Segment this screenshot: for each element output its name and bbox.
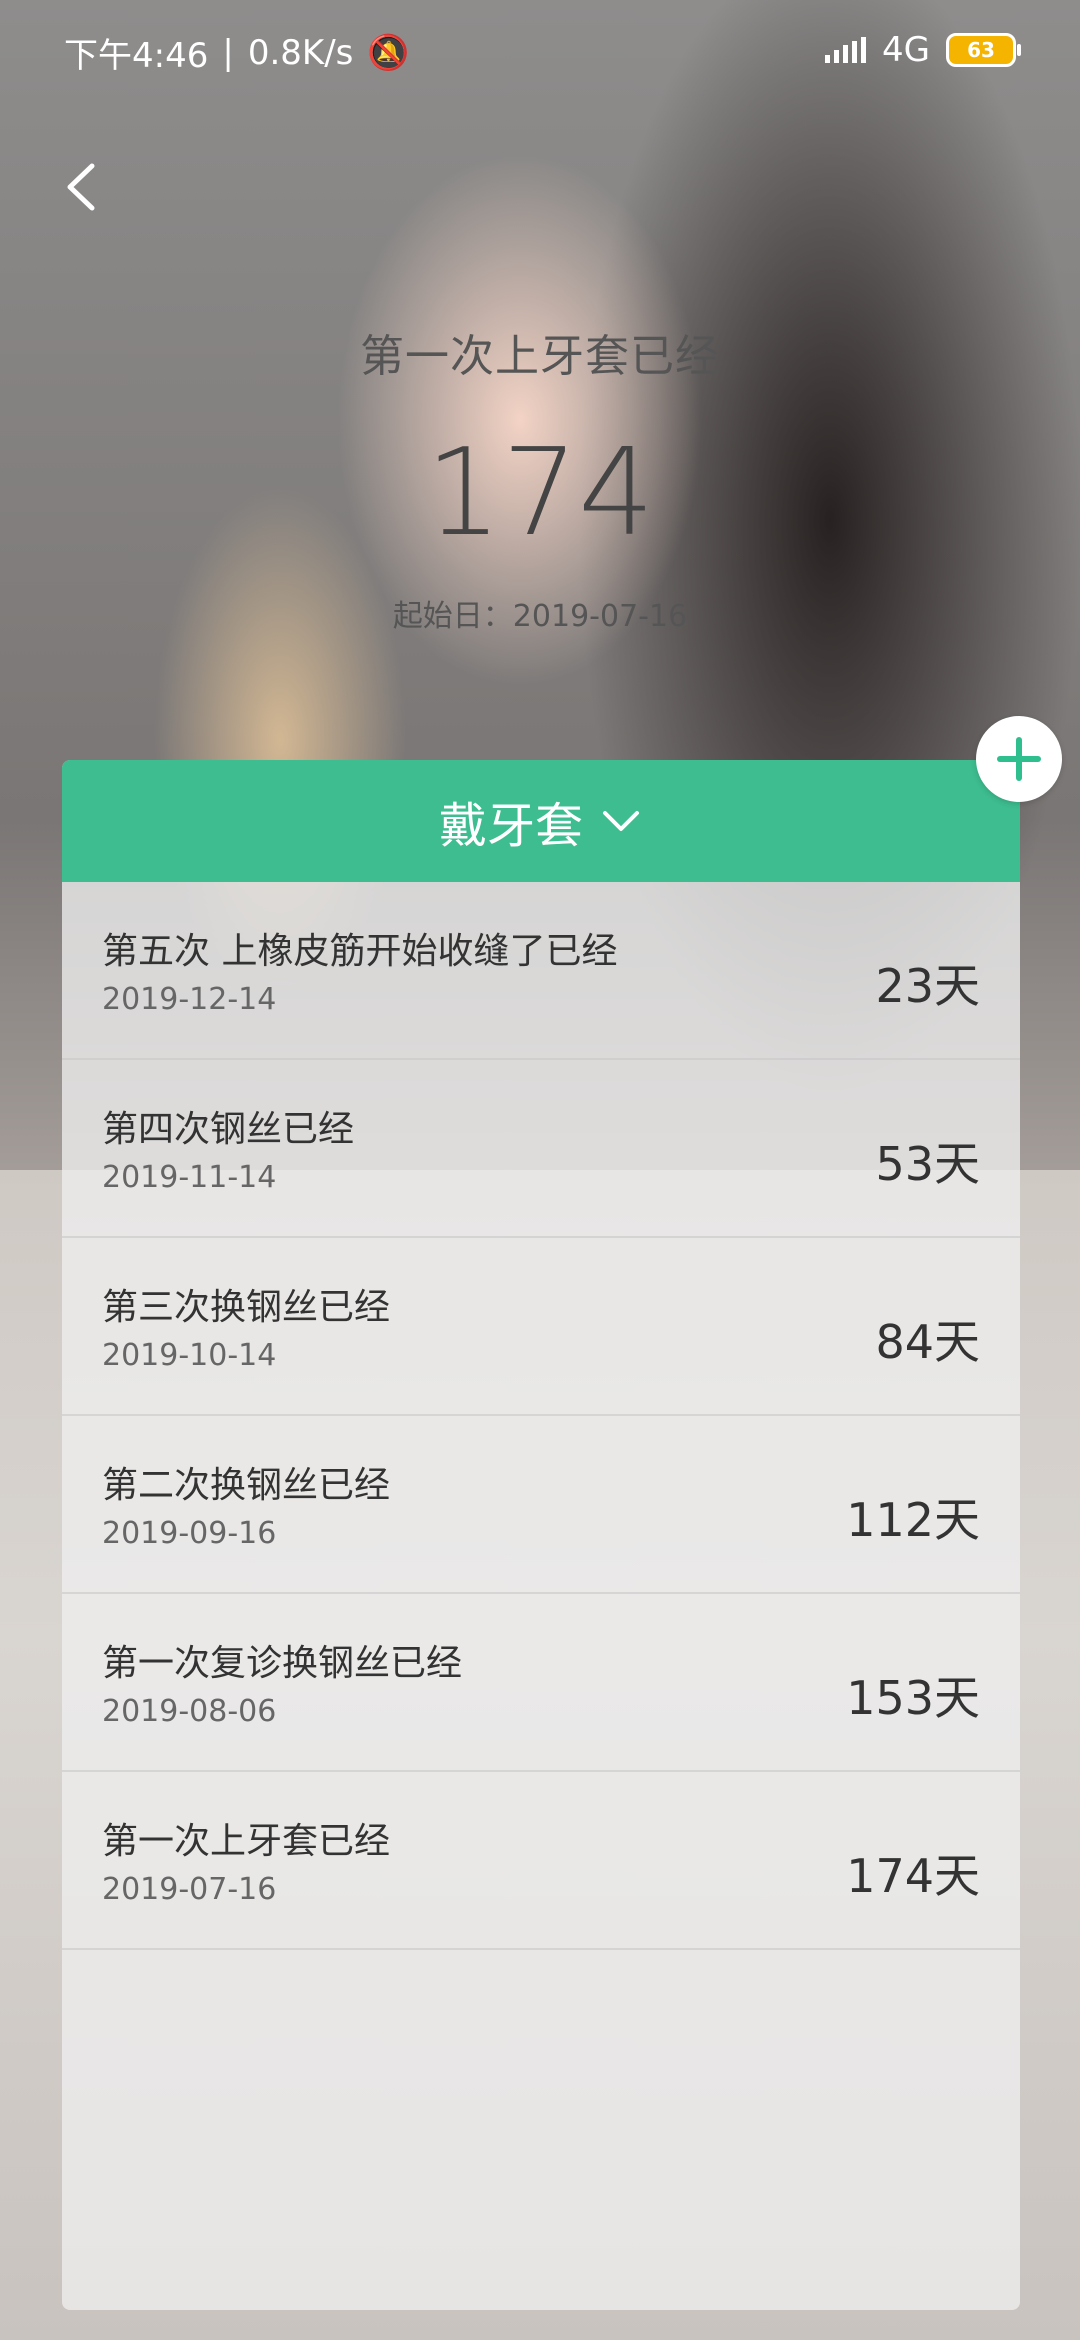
item-date: 2019-10-14 [102,1338,277,1373]
bell-off-icon: 🔕 [367,32,410,73]
item-title: 第三次换钢丝已经 [102,1287,391,1328]
item-title: 第一次复诊换钢丝已经 [102,1643,463,1684]
item-days: 84天 [875,1315,980,1369]
item-title: 第一次上牙套已经 [102,1821,391,1862]
item-date: 2019-07-16 [102,1872,277,1907]
status-speed: 0.8K/s [247,32,354,73]
header-title: 第一次上牙套已经 [360,331,720,382]
item-title: 第四次钢丝已经 [102,1109,355,1150]
list-item[interactable]: 第五次 上橡皮筋开始收缝了已经 2019-12-14 23天 [62,882,1020,1060]
list-item[interactable]: 第二次换钢丝已经 2019-09-16 112天 [62,1416,1020,1594]
status-bar: 下午4:46 | 0.8K/s 🔕 4G 63 [0,0,1080,100]
item-date: 2019-11-14 [102,1160,277,1195]
item-date: 2019-08-06 [102,1694,277,1729]
list-item[interactable]: 第三次换钢丝已经 2019-10-14 84天 [62,1238,1020,1416]
status-time: 下午4:46 [64,36,209,76]
list-item[interactable]: 第一次复诊换钢丝已经 2019-08-06 153天 [62,1594,1020,1772]
item-title: 第二次换钢丝已经 [102,1465,391,1506]
list-item[interactable]: 第四次钢丝已经 2019-11-14 53天 [62,1060,1020,1238]
item-days: 23天 [875,959,980,1013]
plus-icon [997,737,1041,781]
list-item[interactable]: 第一次上牙套已经 2019-07-16 174天 [62,1772,1020,1950]
item-days: 112天 [846,1493,980,1547]
chevron-left-icon [67,163,95,211]
item-title: 第五次 上橡皮筋开始收缝了已经 [102,931,618,972]
event-list: 第五次 上橡皮筋开始收缝了已经 2019-12-14 23天 第四次钢丝已经 2… [62,882,1020,1950]
status-left: 下午4:46 | 0.8K/s 🔕 [64,28,410,77]
item-days: 153天 [846,1671,980,1725]
signal-icon [825,37,867,63]
event-card: 戴牙套 第五次 上橡皮筋开始收缝了已经 2019-12-14 23天 第四次钢丝… [62,760,1020,2310]
item-date: 2019-12-14 [102,982,277,1017]
item-days: 53天 [875,1137,980,1191]
header-count: 174 [425,424,655,563]
back-button[interactable] [50,152,120,222]
status-divider: | [222,32,234,73]
item-date: 2019-09-16 [102,1516,277,1551]
status-right: 4G 63 [825,30,1021,70]
item-days: 174天 [846,1849,980,1903]
header-start-date: 起始日：2019-07-16 [392,599,688,634]
battery-icon: 63 [946,33,1021,67]
chevron-down-icon [603,811,639,831]
add-event-button[interactable] [976,716,1062,802]
card-header[interactable]: 戴牙套 [62,760,1020,882]
card-title: 戴牙套 [438,798,583,854]
header: 第一次上牙套已经 174 起始日：2019-07-16 [0,320,1080,635]
network-type: 4G [882,30,930,70]
